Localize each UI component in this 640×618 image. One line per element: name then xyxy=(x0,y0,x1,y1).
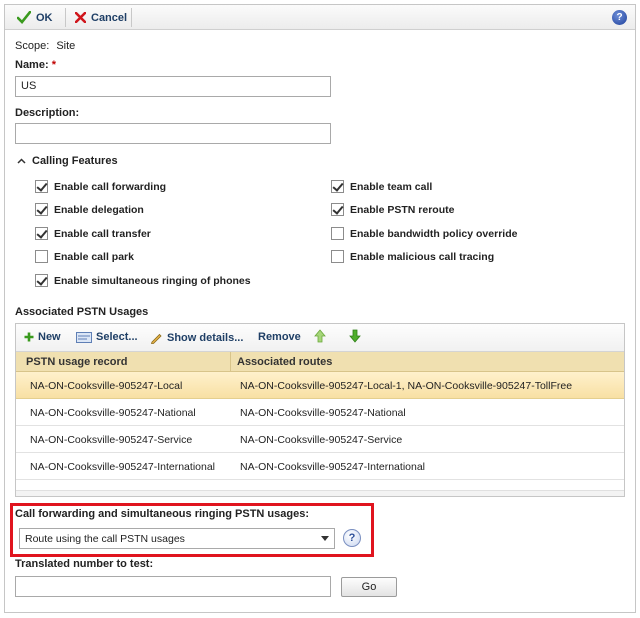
translated-number-field[interactable] xyxy=(15,576,331,597)
checkbox-label: Enable call transfer xyxy=(54,227,151,240)
ok-button[interactable]: OK xyxy=(11,7,59,28)
new-button[interactable]: New xyxy=(24,331,61,343)
cell-routes: NA-ON-Cooksville-905247-International xyxy=(240,461,426,473)
checkbox-label: Enable malicious call tracing xyxy=(350,250,495,263)
checkbox-enable-pstn-reroute[interactable]: Enable PSTN reroute xyxy=(331,203,454,216)
checkbox-label: Enable call forwarding xyxy=(54,180,167,193)
checkbox-box[interactable] xyxy=(331,203,344,216)
checkbox-enable-delegation[interactable]: Enable delegation xyxy=(35,203,144,216)
calling-features-toggle[interactable]: Calling Features xyxy=(17,155,118,167)
help-icon[interactable]: ? xyxy=(612,10,627,25)
checkbox-box[interactable] xyxy=(35,274,48,287)
forwarding-usages-select[interactable]: Route using the call PSTN usages xyxy=(19,528,335,549)
checkbox-enable-malicious-call-tracing[interactable]: Enable malicious call tracing xyxy=(331,250,494,263)
checkbox-box[interactable] xyxy=(35,227,48,240)
show-details-label: Show details... xyxy=(167,331,244,344)
plus-icon xyxy=(24,332,34,342)
cell-routes: NA-ON-Cooksville-905247-Local-1, NA-ON-C… xyxy=(240,380,573,392)
checkbox-box[interactable] xyxy=(35,203,48,216)
chevron-up-icon xyxy=(17,158,26,164)
top-toolbar: OK Cancel ? xyxy=(5,5,635,30)
scope-label: Scope: xyxy=(15,40,50,52)
pstn-usages-label: Associated PSTN Usages xyxy=(15,306,149,318)
cancel-button[interactable]: Cancel xyxy=(69,7,133,28)
arrow-down-icon xyxy=(349,329,361,343)
forwarding-usages-label: Call forwarding and simultaneous ringing… xyxy=(15,508,309,520)
checkbox-label: Enable simultaneous ringing of phones xyxy=(54,274,251,287)
checkbox-label: Enable bandwidth policy override xyxy=(350,227,518,240)
show-details-button[interactable]: Show details... xyxy=(150,331,243,344)
checkbox-label: Enable team call xyxy=(350,180,433,193)
dropdown-arrow-icon xyxy=(321,536,329,541)
checkbox-box[interactable] xyxy=(35,180,48,193)
horizontal-scrollbar[interactable] xyxy=(16,490,624,496)
toolbar-divider xyxy=(131,8,132,27)
move-down-button[interactable] xyxy=(349,329,361,343)
calling-features-title: Calling Features xyxy=(32,155,118,167)
remove-label: Remove xyxy=(258,331,301,343)
select-button[interactable]: Select... xyxy=(76,331,138,343)
pstn-usages-grid: New Select... Show details... Remove PST… xyxy=(15,323,625,497)
checkbox-enable-call-park[interactable]: Enable call park xyxy=(35,250,134,263)
table-row[interactable]: NA-ON-Cooksville-905247-Local NA-ON-Cook… xyxy=(16,372,624,399)
cell-routes: NA-ON-Cooksville-905247-Service xyxy=(240,434,403,446)
question-help-icon[interactable]: ? xyxy=(343,529,361,547)
select-list-icon xyxy=(76,332,92,343)
select-value: Route using the call PSTN usages xyxy=(25,533,185,545)
table-row[interactable]: NA-ON-Cooksville-905247-International NA… xyxy=(16,453,624,480)
cell-record: NA-ON-Cooksville-905247-Local xyxy=(30,380,183,392)
move-up-button[interactable] xyxy=(314,329,326,343)
column-header-pstn-usage-record[interactable]: PSTN usage record xyxy=(26,356,127,368)
policy-edit-panel: OK Cancel ? Scope: Site Name: * US Descr… xyxy=(4,4,636,613)
cell-routes: NA-ON-Cooksville-905247-National xyxy=(240,407,406,419)
cancel-label: Cancel xyxy=(91,11,128,24)
checkbox-label: Enable delegation xyxy=(54,203,144,216)
go-button[interactable]: Go xyxy=(341,577,397,597)
name-field[interactable]: US xyxy=(15,76,331,97)
column-header-associated-routes[interactable]: Associated routes xyxy=(237,356,332,368)
name-label: Name: xyxy=(15,59,49,71)
checkbox-enable-call-transfer[interactable]: Enable call transfer xyxy=(35,227,151,240)
new-label: New xyxy=(38,331,61,343)
translated-number-label: Translated number to test: xyxy=(15,558,154,570)
column-divider xyxy=(230,352,231,372)
checkbox-enable-team-call[interactable]: Enable team call xyxy=(331,180,432,193)
toolbar-divider xyxy=(65,8,66,27)
name-label-row: Name: * xyxy=(15,59,56,71)
grid-header: PSTN usage record Associated routes xyxy=(16,352,624,372)
table-row[interactable]: NA-ON-Cooksville-905247-Service NA-ON-Co… xyxy=(16,426,624,453)
required-marker: * xyxy=(51,59,56,71)
scope-row: Scope: Site xyxy=(15,40,75,52)
close-icon xyxy=(75,12,86,23)
checkmark-icon xyxy=(17,11,31,24)
ok-label: OK xyxy=(36,11,53,24)
checkbox-enable-bandwidth-policy-override[interactable]: Enable bandwidth policy override xyxy=(331,227,517,240)
checkbox-box[interactable] xyxy=(331,180,344,193)
select-label: Select... xyxy=(96,331,138,343)
remove-button[interactable]: Remove xyxy=(258,331,301,343)
name-value: US xyxy=(21,80,37,92)
description-label: Description: xyxy=(15,107,80,119)
cell-record: NA-ON-Cooksville-905247-National xyxy=(30,407,196,419)
checkbox-box[interactable] xyxy=(331,227,344,240)
checkbox-box[interactable] xyxy=(35,250,48,263)
description-field[interactable] xyxy=(15,123,331,144)
checkbox-label: Enable PSTN reroute xyxy=(350,203,455,216)
grid-toolbar: New Select... Show details... Remove xyxy=(16,324,624,352)
checkbox-box[interactable] xyxy=(331,250,344,263)
arrow-up-icon xyxy=(314,329,326,343)
checkbox-enable-simultaneous-ringing[interactable]: Enable simultaneous ringing of phones xyxy=(35,274,251,287)
table-row[interactable]: NA-ON-Cooksville-905247-National NA-ON-C… xyxy=(16,399,624,426)
checkbox-enable-call-forwarding[interactable]: Enable call forwarding xyxy=(35,180,166,193)
scope-value: Site xyxy=(56,40,76,52)
cell-record: NA-ON-Cooksville-905247-International xyxy=(30,461,216,473)
cell-record: NA-ON-Cooksville-905247-Service xyxy=(30,434,193,446)
checkbox-label: Enable call park xyxy=(54,250,134,263)
pencil-icon xyxy=(150,333,162,344)
